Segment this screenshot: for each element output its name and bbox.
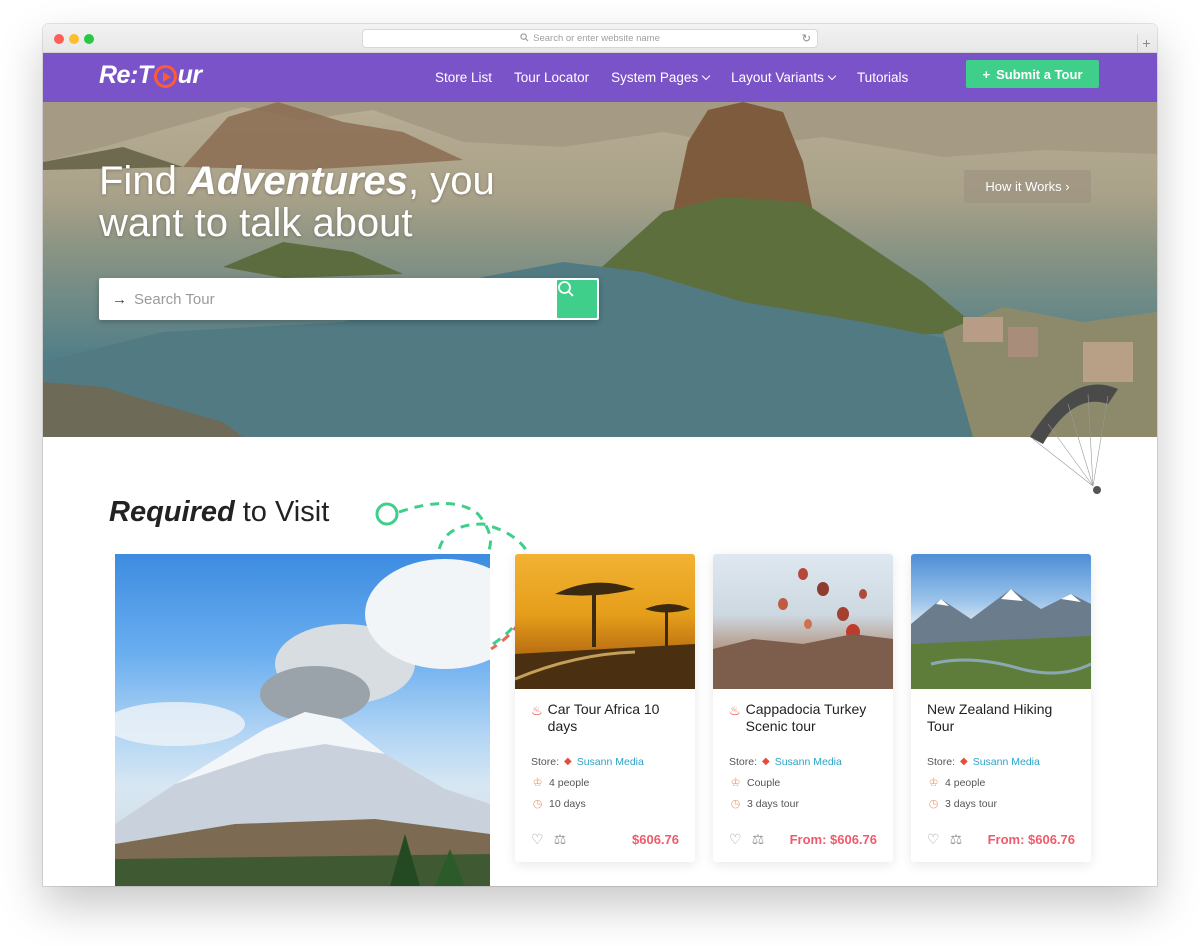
maximize-window-button[interactable] [84,34,94,44]
browser-window: Search or enter website name ↻ + Re:T ur… [43,24,1157,886]
section-heading: Required to Visit [109,496,329,529]
flame-icon: ♨ [531,703,543,718]
nav-label: System Pages [611,70,699,85]
store-link[interactable]: Susann Media [775,751,842,773]
browser-chrome: Search or enter website name ↻ + [43,24,1157,53]
minimize-window-button[interactable] [69,34,79,44]
address-placeholder: Search or enter website name [533,33,660,44]
tour-title[interactable]: Cappadocia Turkey Scenic tour [746,701,877,737]
reload-icon[interactable]: ↻ [802,32,811,45]
compare-icon[interactable]: ⚖ [554,831,567,848]
tour-people: 4 people [549,776,590,789]
section-title-emphasis: Required [109,496,235,528]
nav-system-pages[interactable]: System Pages [611,70,711,85]
heart-icon[interactable]: ♡ [531,831,544,848]
main-menu: Store List Tour Locator System Pages Lay… [435,53,930,102]
tour-image[interactable] [713,554,893,689]
play-icon [153,65,177,88]
clock-icon: ◷ [532,797,543,810]
tour-people: 4 people [945,776,986,789]
arrow-right-icon: → [112,290,127,308]
address-bar[interactable]: Search or enter website name ↻ [362,29,818,48]
store-label: Store: [729,755,758,768]
heart-icon[interactable]: ♡ [927,831,940,848]
store-link[interactable]: Susann Media [577,751,644,773]
search-submit-button[interactable] [557,280,597,318]
logo-text-left: Re:T [99,61,153,89]
tour-title[interactable]: Car Tour Africa 10 days [548,701,679,737]
compare-icon[interactable]: ⚖ [950,831,963,848]
tour-title[interactable]: New Zealand Hiking Tour [927,701,1075,737]
nav-label: Store List [435,70,493,85]
tour-search-bar: → [99,278,599,320]
tour-duration: 10 days [549,797,586,810]
store-link[interactable]: Susann Media [973,751,1040,773]
new-tab-button[interactable]: + [1137,34,1155,52]
hero-title-line2: want to talk about [99,201,413,245]
tour-price: $606.76 [632,832,679,847]
tour-search-input[interactable] [134,290,534,308]
tour-card[interactable]: ♨ Cappadocia Turkey Scenic tour Store: ◆ Su… [713,554,893,862]
hero-title-emphasis: Adventures [187,159,408,203]
clock-icon: ◷ [928,797,939,810]
hero-landscape-image [43,102,1157,437]
heart-icon[interactable]: ♡ [729,831,742,848]
nav-label: Layout Variants [731,70,824,85]
tour-price: From: $606.76 [789,832,877,847]
how-it-works-button[interactable]: How it Works › [964,170,1091,203]
store-label: Store: [531,755,560,768]
featured-volcano-image[interactable] [115,554,490,886]
people-icon: ♔ [532,776,543,789]
tour-card[interactable]: New Zealand Hiking Tour Store: ◆ Susann Me… [911,554,1091,862]
logo-text-right: ur [177,61,203,89]
nav-tutorials[interactable]: Tutorials [857,70,908,85]
submit-tour-label: Submit a Tour [996,66,1083,82]
chevron-down-icon [701,71,711,80]
hero-title-suffix: , you [408,159,495,203]
nav-layout-variants[interactable]: Layout Variants [731,70,837,85]
nav-tour-locator[interactable]: Tour Locator [514,70,589,85]
people-icon: ♔ [730,776,741,789]
tour-image[interactable] [515,554,695,689]
plus-icon: + [982,66,991,82]
tour-card[interactable]: ♨ Car Tour Africa 10 days Store: ◆ Susann M… [515,554,695,862]
chevron-down-icon [827,71,837,80]
store-label: Store: [927,755,956,768]
tour-duration: 3 days tour [747,797,799,810]
clock-icon: ◷ [730,797,741,810]
nav-label: Tutorials [856,70,909,85]
site-navbar: Re:T ur Store List Tour Locator System P… [43,53,1157,102]
nav-store-list[interactable]: Store List [435,70,492,85]
nav-label: Tour Locator [514,70,590,85]
tour-people: Couple [747,776,781,789]
flame-icon: ♨ [729,703,741,718]
hero-title-prefix: Find [99,159,188,203]
submit-tour-button[interactable]: + Submit a Tour [966,60,1099,88]
tour-image[interactable] [911,554,1091,689]
people-icon: ♔ [928,776,939,789]
tour-duration: 3 days tour [945,797,997,810]
store-icon: ◆ [960,755,968,767]
search-icon [520,32,529,45]
hero-heading: Find Adventures, you want to talk about [99,160,495,244]
site-logo[interactable]: Re:T ur [99,61,202,90]
store-icon: ◆ [762,755,770,767]
how-it-works-label: How it Works › [985,179,1070,194]
hero-banner: Find Adventures, you want to talk about … [43,102,1157,437]
compare-icon[interactable]: ⚖ [752,831,765,848]
section-title-rest: to Visit [234,496,330,528]
tour-price: From: $606.76 [987,832,1075,847]
store-icon: ◆ [564,755,572,767]
close-window-button[interactable] [54,34,64,44]
